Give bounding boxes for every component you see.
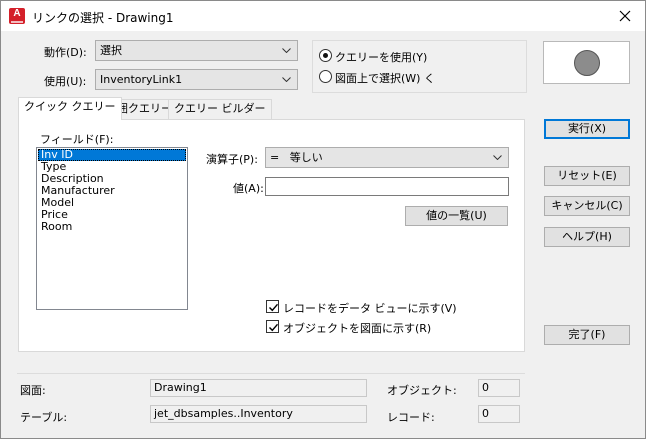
select-in-drawing-label[interactable]: 図面上で選択(W) く xyxy=(335,70,435,86)
drawing-value: Drawing1 xyxy=(150,379,367,397)
value-input[interactable] xyxy=(265,177,509,196)
drawing-label: 図面: xyxy=(20,384,46,397)
autocad-app-icon: A xyxy=(9,8,25,24)
window-title: リンクの選択 - Drawing1 xyxy=(32,11,174,25)
show-object-checkbox[interactable] xyxy=(266,320,279,333)
title-bar: A リンクの選択 - Drawing1 xyxy=(1,1,645,31)
tab-quick-query[interactable]: クイック クエリー xyxy=(18,97,122,120)
use-combo[interactable]: InventoryLink1 xyxy=(95,69,298,90)
chevron-down-icon xyxy=(492,148,504,167)
execute-button[interactable]: 実行(X) xyxy=(544,119,630,139)
object-count: 0 xyxy=(478,379,520,397)
action-combo-value: 選択 xyxy=(100,44,122,57)
tab-query-builder[interactable]: クエリー ビルダー xyxy=(168,99,272,119)
select-in-drawing-radio[interactable] xyxy=(319,70,332,83)
mode-group: クエリーを使用(Y) 図面上で選択(W) く xyxy=(312,40,527,93)
show-record-checkbox[interactable] xyxy=(266,300,279,313)
show-object-label[interactable]: オブジェクトを図面に示す(R) xyxy=(283,320,431,336)
close-icon[interactable] xyxy=(611,4,639,28)
use-combo-value: InventoryLink1 xyxy=(100,73,183,86)
list-item[interactable]: Room xyxy=(38,221,186,233)
chevron-down-icon xyxy=(281,70,293,89)
help-button[interactable]: ヘルプ(H) xyxy=(544,227,630,247)
operator-combo[interactable]: = 等しい xyxy=(265,147,509,168)
reset-button[interactable]: リセット(E) xyxy=(544,166,630,186)
action-label: 動作(D): xyxy=(44,46,87,59)
operator-combo-value: = 等しい xyxy=(270,151,323,164)
value-label: 値(A): xyxy=(233,182,264,195)
fields-listbox[interactable]: Inv ID Type Description Manufacturer Mod… xyxy=(36,147,188,310)
object-label: オブジェクト: xyxy=(387,384,457,397)
value-list-button[interactable]: 値の一覧(U) xyxy=(405,206,508,226)
operator-label: 演算子(P): xyxy=(206,153,258,166)
record-count: 0 xyxy=(478,405,520,423)
use-query-label[interactable]: クエリーを使用(Y) xyxy=(335,49,427,65)
preview-circle xyxy=(574,50,600,76)
app-icon-letter: A xyxy=(13,8,21,19)
record-label: レコード: xyxy=(387,411,435,424)
show-record-label[interactable]: レコードをデータ ビューに示す(V) xyxy=(283,300,457,316)
done-button[interactable]: 完了(F) xyxy=(544,325,630,345)
use-query-radio[interactable] xyxy=(319,49,332,62)
preview-box xyxy=(543,41,630,84)
chevron-down-icon xyxy=(281,41,293,60)
action-combo[interactable]: 選択 xyxy=(95,40,298,61)
dialog-window: A リンクの選択 - Drawing1 動作(D): 選択 使用(U): Inv… xyxy=(0,0,646,439)
use-label: 使用(U): xyxy=(44,75,87,88)
fields-label: フィールド(F): xyxy=(40,133,114,146)
cancel-button[interactable]: キャンセル(C) xyxy=(544,196,630,216)
table-value: jet_dbsamples..Inventory xyxy=(150,405,367,423)
table-label: テーブル: xyxy=(20,411,68,424)
